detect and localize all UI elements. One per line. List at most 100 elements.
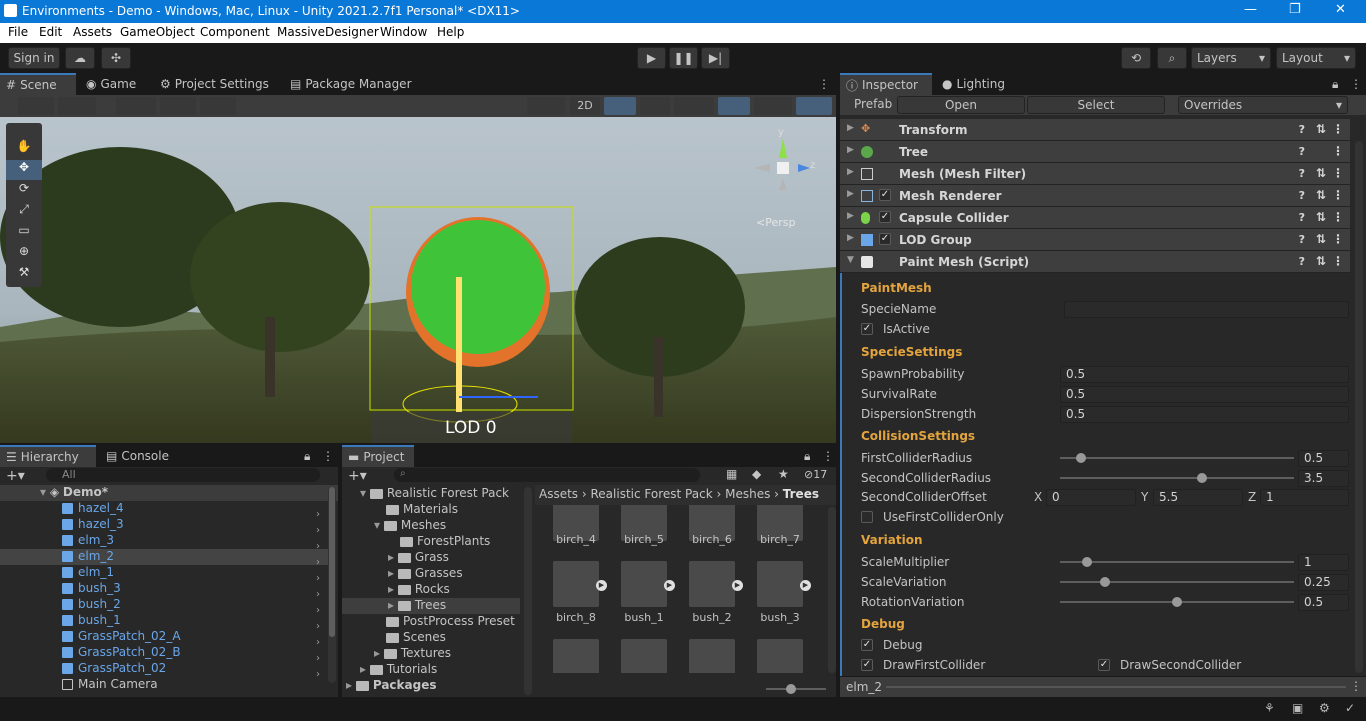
scale-tool-icon[interactable]: ⤢ [6,202,42,222]
first-radius-slider[interactable] [1060,453,1294,463]
tree-item[interactable]: ▸ Textures [342,646,451,662]
component-tree[interactable]: ▶ Tree? ⋮ [840,141,1350,163]
tab-project[interactable]: ▬ Project [342,445,414,467]
lock-icon[interactable]: 🔒︎ [798,445,816,467]
scale-variation-slider[interactable] [1060,577,1294,587]
help-icon[interactable]: ? [1299,167,1305,180]
help-icon[interactable]: ? [1299,255,1305,268]
zoom-slider-knob[interactable] [786,684,796,694]
tab-hierarchy[interactable]: ☰ Hierarchy [0,445,96,467]
play-preview-icon[interactable]: ▶ [596,580,607,591]
zoom-slider[interactable] [766,684,826,694]
menu-window[interactable]: Window [380,25,427,39]
menu-edit[interactable]: Edit [39,25,62,39]
enabled-checkbox[interactable]: ✓ [879,189,891,201]
scene-tab-menu[interactable]: ⋮ [812,73,836,95]
settings-icon[interactable]: ⇅ [1316,254,1326,268]
hierarchy-item[interactable]: Main Camera [0,677,158,693]
settings-icon[interactable]: ⇅ [1316,166,1326,180]
use-first-collider-checkbox[interactable] [861,511,873,523]
asset-thumbnail[interactable] [689,639,735,673]
tree-item[interactable]: PostProcess Preset [342,614,515,630]
hierarchy-item[interactable]: hazel_3 [0,517,124,533]
lock-icon[interactable]: 🔒︎ [298,445,316,467]
hierarchy-item-selected[interactable]: elm_2 [0,549,330,565]
dispersion-strength-field[interactable]: 0.5 [1060,406,1349,423]
component-mesh-renderer[interactable]: ▶ ✓ Mesh Renderer? ⇅ ⋮ [840,185,1350,207]
offset-x-field[interactable]: 0 [1046,489,1136,506]
grid-snap-dropdown[interactable] [116,97,156,115]
menu-component[interactable]: Component [200,25,270,39]
component-mesh-filter[interactable]: ▶ Mesh (Mesh Filter)? ⇅ ⋮ [840,163,1350,185]
specie-name-field[interactable] [1064,301,1349,318]
tree-item[interactable]: ▸ Grasses [342,566,463,582]
cache-icon[interactable]: ▣ [1292,701,1303,715]
asset-thumbnail[interactable] [621,561,667,607]
rotation-variation-slider[interactable] [1060,597,1294,607]
hand-tool-icon[interactable]: ✋ [6,139,42,159]
hidden-count-badge[interactable]: ⊘17 [804,468,827,481]
second-radius-field[interactable]: 3.5 [1298,470,1349,487]
component-menu-icon[interactable]: ⋮ [1332,166,1344,180]
menu-help[interactable]: Help [437,25,464,39]
spawn-probability-field[interactable]: 0.5 [1060,366,1349,383]
custom-tool-icon[interactable]: ⚒ [6,265,42,285]
tab-inspector[interactable]: ⓘ Inspector [840,73,932,95]
scene-viewport[interactable]: LOD 0 <Persp y z ✋ ✥ ⟳ ⤢ ▭ ⊕ ⚒ [0,117,836,443]
asset-thumbnail[interactable] [553,639,599,673]
component-menu-icon[interactable]: ⋮ [1332,122,1344,136]
play-preview-icon[interactable]: ▶ [664,580,675,591]
tab-lighting[interactable]: ● Lighting [936,73,1011,95]
sign-in-button[interactable]: Sign in [8,47,60,69]
asset-thumbnail[interactable] [757,561,803,607]
project-menu[interactable]: ⋮ [816,445,840,467]
tree-item[interactable]: Scenes [342,630,446,646]
globe-dropdown[interactable] [58,97,96,115]
draw-second-collider-checkbox[interactable]: ✓ [1098,659,1110,671]
tree-item[interactable]: ▾ Realistic Forest Pack [342,486,509,502]
menu-file[interactable]: File [8,25,28,39]
transform-tool-icon[interactable]: ⊕ [6,244,42,264]
step-button[interactable]: ▶| [701,47,730,69]
scale-variation-field[interactable]: 0.25 [1298,574,1349,591]
collab-icon[interactable]: ✣ [101,47,131,69]
hierarchy-item[interactable]: bush_1 [0,613,121,629]
audio-toggle-icon[interactable] [640,97,670,115]
camera-dropdown[interactable] [754,97,792,115]
menu-gameobject[interactable]: GameObject [120,25,195,39]
offset-z-field[interactable]: 1 [1260,489,1349,506]
tree-item[interactable]: Materials [342,502,458,518]
hierarchy-item[interactable]: bush_3 [0,581,121,597]
component-menu-icon[interactable]: ⋮ [1332,254,1344,268]
notifications-icon[interactable]: ✓ [1345,701,1355,715]
rotation-variation-field[interactable]: 0.5 [1298,594,1349,611]
scale-multiplier-slider[interactable] [1060,557,1294,567]
grid-dropdown[interactable] [160,97,196,115]
favorite-icon[interactable]: ★ [778,467,789,481]
slider-knob[interactable] [1196,473,1207,483]
slider-knob[interactable] [1172,597,1182,607]
tab-console[interactable]: ▤ Console [100,445,175,467]
create-dropdown[interactable]: +▾ [348,468,367,484]
scrollbar-thumb[interactable] [329,487,335,637]
tab-scene[interactable]: # Scene [0,73,76,95]
gizmos-dropdown[interactable] [796,97,832,115]
progress-icon[interactable]: ⚘ [1264,701,1275,715]
select-prefab-button[interactable]: Select [1027,96,1165,114]
breadcrumb-item[interactable]: Trees [783,487,819,501]
asset-thumbnail[interactable] [757,639,803,673]
tree-item[interactable]: ▸ Rocks [342,582,450,598]
maximize-button[interactable]: ❐ [1289,2,1301,17]
play-button[interactable]: ▶ [637,47,666,69]
inspector-scrollbar[interactable] [1355,141,1363,673]
tab-game[interactable]: ◉ Game [80,73,142,95]
breadcrumb-item[interactable]: Realistic Forest Pack [591,487,713,501]
open-prefab-button[interactable]: Open [897,96,1025,114]
component-menu-icon[interactable]: ⋮ [1332,210,1344,224]
second-radius-slider[interactable] [1060,473,1294,483]
rotate-tool-icon[interactable]: ⟳ [6,181,42,201]
component-capsule-collider[interactable]: ▶ ✓ Capsule Collider? ⇅ ⋮ [840,207,1350,229]
component-lod-group[interactable]: ▶ ✓ LOD Group? ⇅ ⋮ [840,229,1350,251]
debug-checkbox[interactable]: ✓ [861,639,873,651]
search-icon[interactable]: ⌕ [1157,47,1187,69]
